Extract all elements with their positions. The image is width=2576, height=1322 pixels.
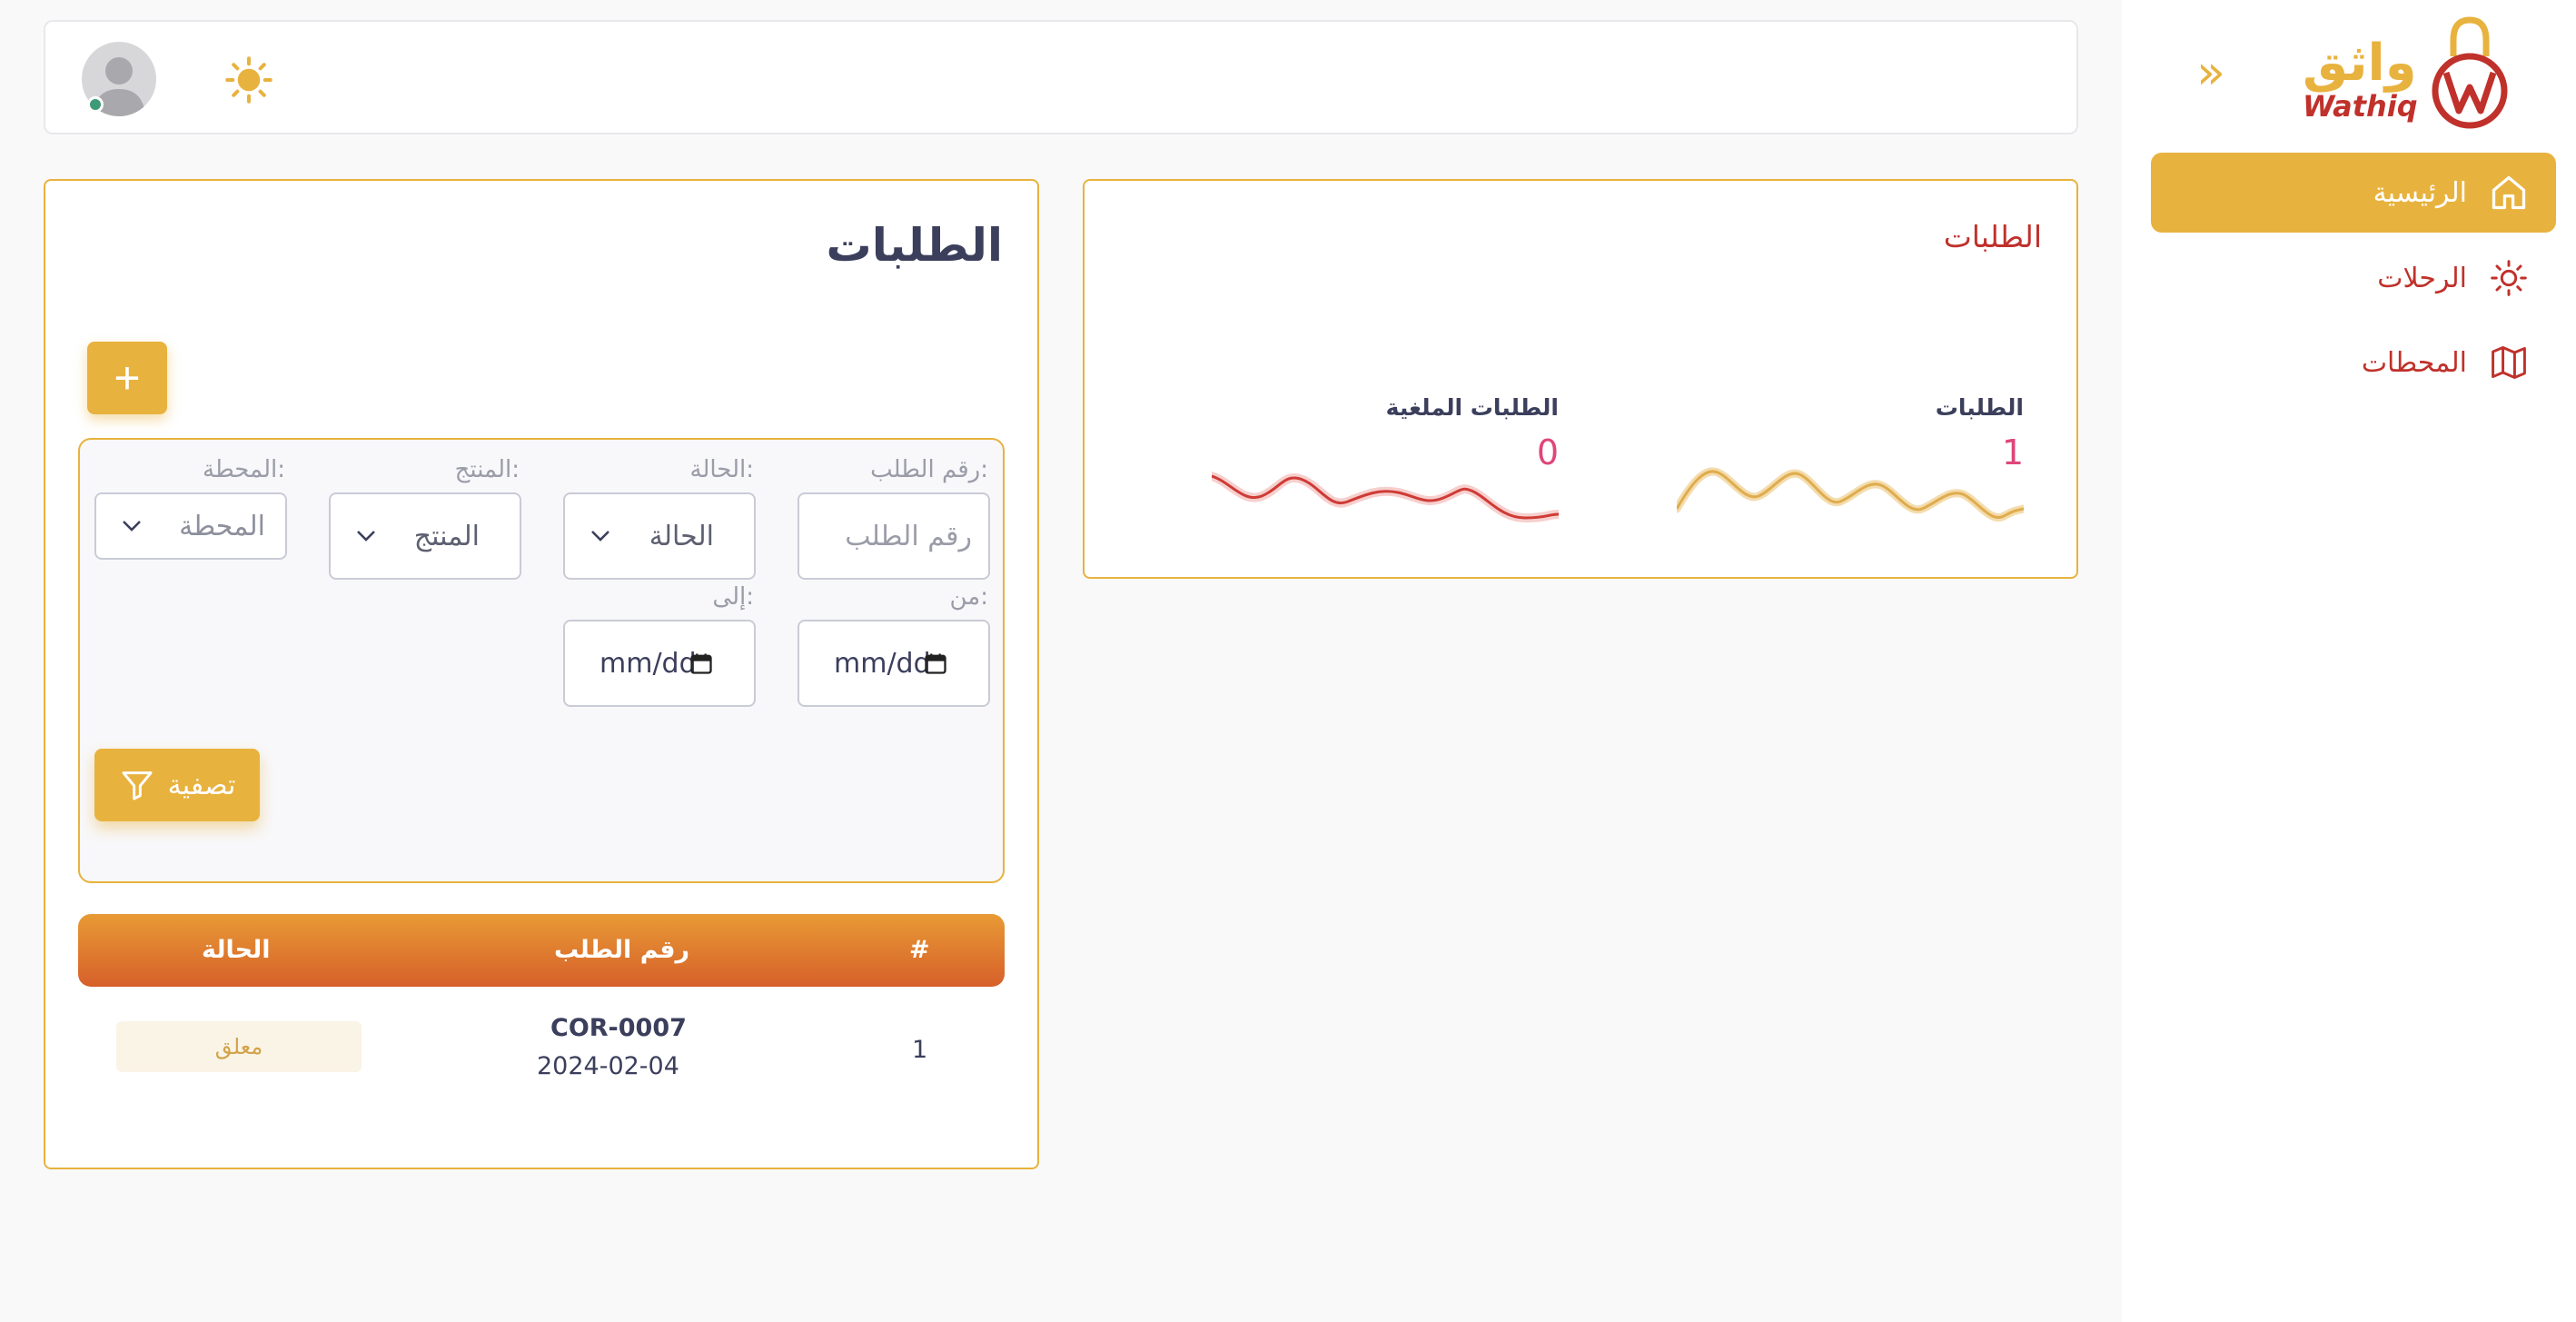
sidebar-collapse-button[interactable]: » [2185, 47, 2236, 98]
filter-funnel-icon [122, 771, 153, 800]
chevron-down-icon [123, 521, 141, 532]
filter-submit-button[interactable]: تصفية [94, 749, 260, 821]
filter-button-label: تصفية [167, 769, 236, 801]
column-header-index: # [909, 936, 930, 964]
sidebar-item-stations[interactable]: المحطات [2151, 323, 2556, 403]
stat-label: الطلبات [1935, 394, 2024, 421]
plus-icon: + [114, 353, 141, 403]
row-order-number: COR-0007 [550, 1014, 687, 1042]
date-from-label: من: [949, 583, 988, 611]
station-label: المحطة: [203, 456, 285, 483]
wathiq-logo[interactable]: واثق Wathiq [2301, 16, 2510, 133]
filter-panel: رقم الطلب: الحالة: المنتج: المحطة: رقم ا… [78, 438, 1005, 883]
online-status-dot [87, 96, 104, 113]
product-select[interactable]: المنتج [329, 492, 521, 580]
table-row[interactable]: 1 COR-0007 2024-02-04 معلق [78, 1003, 1005, 1085]
add-order-button[interactable]: + [87, 342, 167, 414]
date-from-input[interactable]: mm/dd [798, 620, 990, 707]
orders-table-header: # رقم الطلب الحالة [78, 914, 1005, 987]
sun-icon [225, 56, 272, 104]
sidebar-item-home[interactable]: الرئيسية [2151, 153, 2556, 233]
home-icon [2492, 175, 2526, 210]
date-to-input[interactable]: mm/dd [563, 620, 756, 707]
sidebar: واثق Wathiq » الرئيسية الرحلات المحطات [2122, 0, 2576, 1322]
status-badge: معلق [116, 1021, 362, 1072]
logo-text-ar: واثق [2303, 34, 2417, 93]
double-chevron-icon: » [2196, 45, 2225, 100]
sidebar-item-trips[interactable]: الرحلات [2151, 238, 2556, 318]
date-to-label: إلى: [712, 583, 754, 611]
row-index: 1 [912, 1036, 928, 1064]
stat-orders: الطلبات 1 [1677, 394, 2024, 558]
column-header-order-number: رقم الطلب [554, 936, 690, 964]
sun-icon [2491, 260, 2527, 296]
theme-toggle-button[interactable] [223, 55, 274, 105]
stat-cancelled-orders: الطلبات الملغية 0 [1212, 394, 1559, 558]
stat-label: الطلبات الملغية [1385, 394, 1559, 421]
stats-card-title: الطلبات [1943, 219, 2042, 254]
chevron-down-icon [591, 531, 609, 542]
orders-sparkline [1677, 467, 2024, 522]
top-bar [44, 20, 2078, 134]
sidebar-item-label: المحطات [2361, 346, 2467, 379]
calendar-icon [925, 653, 946, 674]
station-select[interactable]: المحطة [94, 492, 287, 560]
status-select[interactable]: الحالة [563, 492, 756, 580]
cancelled-orders-sparkline [1212, 472, 1559, 523]
sidebar-item-label: الرحلات [2377, 262, 2467, 294]
orders-card: الطلبات + رقم الطلب: الحالة: المنتج: الم… [44, 179, 1039, 1169]
row-order-date: 2024-02-04 [537, 1052, 679, 1080]
status-label: الحالة: [689, 456, 754, 483]
order-number-label: رقم الطلب: [870, 456, 988, 483]
order-number-input[interactable]: رقم الطلب [798, 492, 990, 580]
map-icon [2492, 346, 2526, 379]
product-label: المنتج: [454, 456, 520, 483]
order-number-placeholder: رقم الطلب [845, 520, 972, 552]
sidebar-item-label: الرئيسية [2373, 176, 2467, 209]
calendar-icon [690, 653, 712, 674]
orders-stats-card: الطلبات الطلبات 1 الطلبات الملغية 0 [1083, 179, 2078, 579]
chevron-down-icon [357, 531, 375, 542]
column-header-status: الحالة [202, 936, 271, 964]
page-title: الطلبات [826, 219, 1003, 272]
logo-text-en: Wathiq [2303, 89, 2418, 124]
